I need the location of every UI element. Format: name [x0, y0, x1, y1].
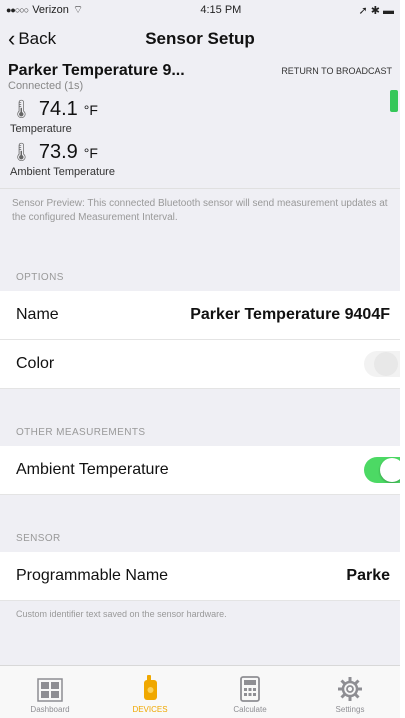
calculator-icon [240, 676, 260, 702]
tab-label: Calculate [233, 705, 267, 714]
tab-label: Dashboard [30, 705, 70, 714]
section-header-other-measurements: OTHER MEASUREMENTS [16, 427, 146, 438]
carrier-label: Verizon [32, 4, 69, 16]
status-bar: ●●○○○ Verizon ⌔ 4:15 PM ➚ ✱ ▬ [0, 0, 400, 20]
tab-label: DEVICES [132, 705, 168, 714]
reading-ambient-temperature: 🌡︎ 73.9 °F Ambient Temperature [0, 135, 400, 178]
chevron-left-icon: ‹ [8, 26, 16, 51]
thermometer-icon: 🌡︎ [10, 99, 33, 119]
device-status: Connected (1s) [8, 80, 84, 92]
battery-icon: ➚ ✱ ▬ [358, 4, 394, 17]
ambient-temperature-toggle[interactable] [364, 457, 400, 483]
wifi-icon: ⌔ [72, 4, 84, 16]
tab-dashboard[interactable]: Dashboard [0, 666, 100, 718]
status-time: 4:15 PM [200, 4, 242, 16]
back-button[interactable]: ‹ Back [0, 28, 56, 50]
navigation-bar: ‹ Back Sensor Setup [0, 20, 400, 58]
page-title: Sensor Setup [145, 29, 255, 48]
section-header-sensor: SENSOR [16, 533, 61, 544]
color-label: Color [16, 355, 55, 372]
reading-temperature: 🌡︎ 74.1 °F Temperature [0, 92, 400, 135]
reading-label: Ambient Temperature [10, 166, 115, 178]
toggle-knob [380, 458, 400, 482]
reading-unit: °F [83, 145, 98, 161]
color-toggle[interactable] [364, 351, 400, 377]
sensor-preview-note: Sensor Preview: This connected Bluetooth… [0, 188, 400, 234]
tab-label: Settings [335, 705, 365, 714]
return-to-broadcast-button[interactable]: RETURN TO BROADCAST [281, 66, 392, 76]
name-label: Name [16, 306, 59, 323]
reading-label: Temperature [10, 123, 72, 135]
phone-screen: ●●○○○ Verizon ⌔ 4:15 PM ➚ ✱ ▬ ‹ Back Sen… [0, 0, 400, 718]
reading-value: 74.1 [38, 98, 78, 120]
gear-icon [338, 677, 362, 701]
tab-devices[interactable]: DEVICES [100, 666, 200, 718]
ambient-temperature-label: Ambient Temperature [16, 461, 169, 478]
ambient-temperature-row[interactable]: Ambient Temperature [0, 446, 400, 495]
sensor-icon [144, 675, 157, 700]
programmable-name-row[interactable]: Programmable Name Parke [0, 552, 400, 601]
device-name: Parker Temperature 9... [8, 62, 185, 79]
reading-value: 73.9 [38, 141, 78, 163]
tab-bar: Dashboard DEVICES Calculate Settings [0, 665, 400, 718]
grid-icon [37, 678, 63, 702]
connection-indicator [390, 90, 398, 112]
signal-icon: ●●○○○ [6, 5, 29, 15]
sensor-footnote: Custom identifier text saved on the sens… [16, 609, 227, 619]
tab-calculate[interactable]: Calculate [200, 666, 300, 718]
thermometer-icon: 🌡︎ [10, 142, 33, 162]
programmable-name-value: Parke [346, 567, 390, 584]
color-row[interactable]: Color [0, 340, 400, 389]
name-row[interactable]: Name Parker Temperature 9404F [0, 291, 400, 340]
section-header-options: OPTIONS [16, 272, 64, 283]
back-label: Back [18, 29, 57, 48]
carrier-group: ●●○○○ Verizon ⌔ [6, 3, 83, 17]
toggle-knob [374, 352, 398, 376]
device-header: Parker Temperature 9... RETURN TO BROADC… [0, 58, 400, 80]
programmable-name-label: Programmable Name [16, 567, 169, 584]
tab-settings[interactable]: Settings [300, 666, 400, 718]
reading-unit: °F [83, 102, 98, 118]
name-value: Parker Temperature 9404F [190, 306, 390, 323]
